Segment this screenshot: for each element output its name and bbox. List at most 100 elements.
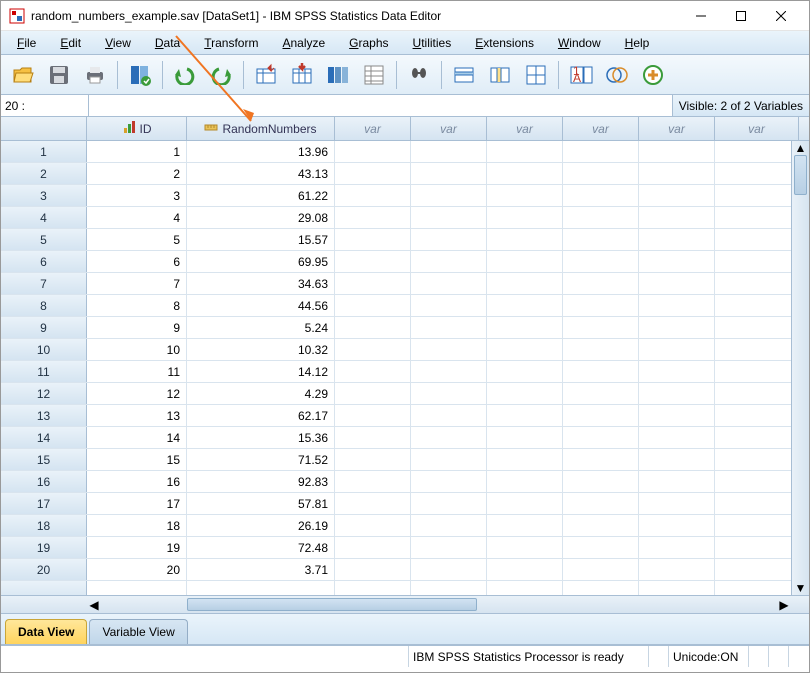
row-header[interactable]: 7 bbox=[1, 273, 87, 294]
cell-empty[interactable] bbox=[715, 295, 799, 316]
cell-id[interactable]: 14 bbox=[87, 427, 187, 448]
cell-empty[interactable] bbox=[487, 405, 563, 426]
table-row[interactable]: 995.24 bbox=[1, 317, 809, 339]
table-row[interactable]: 111114.12 bbox=[1, 361, 809, 383]
cell-empty[interactable] bbox=[335, 471, 411, 492]
cell-empty[interactable] bbox=[715, 273, 799, 294]
cell-empty[interactable] bbox=[715, 493, 799, 514]
cell-empty[interactable] bbox=[639, 449, 715, 470]
row-header[interactable]: 14 bbox=[1, 427, 87, 448]
cell-randomnumbers[interactable]: 72.48 bbox=[187, 537, 335, 558]
table-row[interactable]: 141415.36 bbox=[1, 427, 809, 449]
table-row[interactable]: 101010.32 bbox=[1, 339, 809, 361]
table-row[interactable]: 5515.57 bbox=[1, 229, 809, 251]
cell-empty[interactable] bbox=[335, 449, 411, 470]
goto-case-button[interactable] bbox=[250, 59, 282, 91]
row-header[interactable]: 13 bbox=[1, 405, 87, 426]
cell-empty[interactable] bbox=[639, 229, 715, 250]
menu-graphs[interactable]: Graphs bbox=[337, 33, 400, 53]
cell-id[interactable]: 12 bbox=[87, 383, 187, 404]
column-header-var[interactable]: var bbox=[411, 117, 487, 140]
cell-empty[interactable] bbox=[715, 427, 799, 448]
cell-empty[interactable] bbox=[411, 427, 487, 448]
row-header[interactable]: 20 bbox=[1, 559, 87, 580]
row-header[interactable]: 3 bbox=[1, 185, 87, 206]
cell-empty[interactable] bbox=[487, 581, 563, 595]
cell-randomnumbers[interactable]: 15.36 bbox=[187, 427, 335, 448]
cell-empty[interactable] bbox=[411, 163, 487, 184]
scroll-thumb[interactable] bbox=[187, 598, 477, 611]
cell-empty[interactable] bbox=[335, 273, 411, 294]
cell-empty[interactable] bbox=[335, 339, 411, 360]
cell-empty[interactable] bbox=[335, 427, 411, 448]
column-header-var[interactable]: var bbox=[639, 117, 715, 140]
row-header[interactable]: 18 bbox=[1, 515, 87, 536]
cell-empty[interactable] bbox=[715, 229, 799, 250]
cell-id[interactable]: 8 bbox=[87, 295, 187, 316]
table-row-blank[interactable] bbox=[1, 581, 809, 595]
cell-empty[interactable] bbox=[487, 163, 563, 184]
cell-empty[interactable] bbox=[335, 295, 411, 316]
cell-empty[interactable] bbox=[563, 427, 639, 448]
cell-empty[interactable] bbox=[411, 141, 487, 162]
cell-empty[interactable] bbox=[487, 471, 563, 492]
cell-empty[interactable] bbox=[335, 317, 411, 338]
cell-randomnumbers[interactable]: 44.56 bbox=[187, 295, 335, 316]
cell-empty[interactable] bbox=[487, 493, 563, 514]
cell-empty[interactable] bbox=[715, 361, 799, 382]
table-row[interactable]: 4429.08 bbox=[1, 207, 809, 229]
cell-empty[interactable] bbox=[715, 471, 799, 492]
column-header-var[interactable]: var bbox=[563, 117, 639, 140]
scroll-down-icon[interactable]: ▼ bbox=[792, 581, 809, 595]
row-header[interactable]: 11 bbox=[1, 361, 87, 382]
cell-empty[interactable] bbox=[639, 339, 715, 360]
cell-empty[interactable] bbox=[563, 361, 639, 382]
cell-empty[interactable] bbox=[411, 229, 487, 250]
cell-empty[interactable] bbox=[715, 537, 799, 558]
cell-empty[interactable] bbox=[335, 207, 411, 228]
maximize-button[interactable] bbox=[721, 2, 761, 30]
cell-empty[interactable] bbox=[715, 339, 799, 360]
goto-variable-button[interactable] bbox=[286, 59, 318, 91]
cell-randomnumbers[interactable]: 10.32 bbox=[187, 339, 335, 360]
row-header[interactable] bbox=[1, 581, 87, 595]
insert-variable-button[interactable] bbox=[484, 59, 516, 91]
cell-randomnumbers[interactable]: 57.81 bbox=[187, 493, 335, 514]
table-row[interactable]: 20203.71 bbox=[1, 559, 809, 581]
column-header-id[interactable]: ID bbox=[87, 117, 187, 140]
goto-input[interactable] bbox=[89, 95, 672, 116]
cell-empty[interactable] bbox=[639, 405, 715, 426]
table-row[interactable]: 6669.95 bbox=[1, 251, 809, 273]
cell-empty[interactable] bbox=[639, 383, 715, 404]
cell-empty[interactable] bbox=[639, 295, 715, 316]
cell-empty[interactable] bbox=[563, 537, 639, 558]
row-header[interactable]: 12 bbox=[1, 383, 87, 404]
cell-empty[interactable] bbox=[715, 405, 799, 426]
cell-empty[interactable] bbox=[715, 449, 799, 470]
cell-empty[interactable] bbox=[639, 185, 715, 206]
cell-id[interactable]: 6 bbox=[87, 251, 187, 272]
cell-empty[interactable] bbox=[487, 295, 563, 316]
cell-empty[interactable] bbox=[563, 559, 639, 580]
cell-randomnumbers[interactable]: 43.13 bbox=[187, 163, 335, 184]
cell-empty[interactable] bbox=[563, 449, 639, 470]
cell-empty[interactable] bbox=[411, 559, 487, 580]
cell-empty[interactable] bbox=[487, 229, 563, 250]
cell-empty[interactable] bbox=[411, 251, 487, 272]
cell-empty[interactable] bbox=[487, 427, 563, 448]
cell-empty[interactable] bbox=[335, 405, 411, 426]
menu-utilities[interactable]: Utilities bbox=[401, 33, 464, 53]
run-descriptives-button[interactable] bbox=[358, 59, 390, 91]
cell-empty[interactable] bbox=[563, 317, 639, 338]
cell-empty[interactable] bbox=[411, 339, 487, 360]
cell-id[interactable]: 3 bbox=[87, 185, 187, 206]
cell-empty[interactable] bbox=[411, 317, 487, 338]
cell-id[interactable]: 7 bbox=[87, 273, 187, 294]
cell-empty[interactable] bbox=[411, 515, 487, 536]
table-row[interactable]: 171757.81 bbox=[1, 493, 809, 515]
table-row[interactable]: 131362.17 bbox=[1, 405, 809, 427]
cell-empty[interactable] bbox=[335, 141, 411, 162]
cell-empty[interactable] bbox=[487, 185, 563, 206]
insert-cases-button[interactable] bbox=[448, 59, 480, 91]
horizontal-scrollbar[interactable]: ◀ ▶ bbox=[1, 595, 809, 613]
